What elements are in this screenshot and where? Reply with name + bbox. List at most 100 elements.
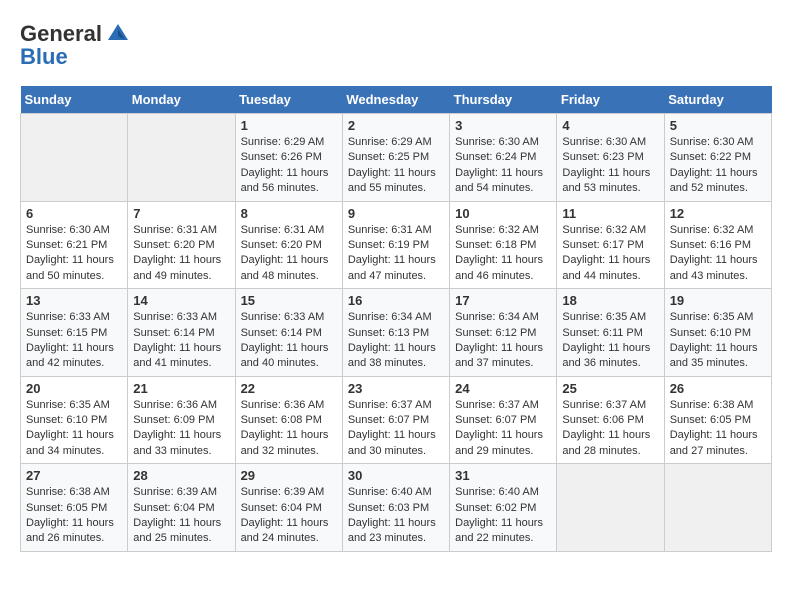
day-number: 14: [133, 293, 229, 308]
sunset-text: Sunset: 6:18 PM: [455, 239, 536, 251]
sunset-text: Sunset: 6:09 PM: [133, 414, 214, 426]
calendar-cell: 26 Sunrise: 6:38 AM Sunset: 6:05 PM Dayl…: [664, 376, 771, 464]
calendar-cell: 18 Sunrise: 6:35 AM Sunset: 6:11 PM Dayl…: [557, 289, 664, 377]
day-number: 3: [455, 118, 551, 133]
day-info: Sunrise: 6:35 AM Sunset: 6:10 PM Dayligh…: [26, 398, 122, 460]
day-info: Sunrise: 6:31 AM Sunset: 6:19 PM Dayligh…: [348, 223, 444, 285]
daylight-text: Daylight: 11 hours and 25 minutes.: [133, 517, 221, 544]
day-info: Sunrise: 6:40 AM Sunset: 6:02 PM Dayligh…: [455, 485, 551, 547]
calendar-cell: [21, 114, 128, 202]
day-number: 29: [241, 468, 337, 483]
calendar-week-row: 6 Sunrise: 6:30 AM Sunset: 6:21 PM Dayli…: [21, 201, 772, 289]
calendar-cell: 17 Sunrise: 6:34 AM Sunset: 6:12 PM Dayl…: [450, 289, 557, 377]
calendar-cell: 9 Sunrise: 6:31 AM Sunset: 6:19 PM Dayli…: [342, 201, 449, 289]
day-number: 23: [348, 381, 444, 396]
daylight-text: Daylight: 11 hours and 27 minutes.: [670, 429, 758, 456]
calendar-cell: 31 Sunrise: 6:40 AM Sunset: 6:02 PM Dayl…: [450, 464, 557, 552]
day-number: 2: [348, 118, 444, 133]
sunrise-text: Sunrise: 6:35 AM: [670, 311, 754, 323]
sunrise-text: Sunrise: 6:31 AM: [133, 224, 217, 236]
daylight-text: Daylight: 11 hours and 24 minutes.: [241, 517, 329, 544]
daylight-text: Daylight: 11 hours and 26 minutes.: [26, 517, 114, 544]
day-info: Sunrise: 6:31 AM Sunset: 6:20 PM Dayligh…: [241, 223, 337, 285]
calendar-cell: 24 Sunrise: 6:37 AM Sunset: 6:07 PM Dayl…: [450, 376, 557, 464]
calendar-cell: 11 Sunrise: 6:32 AM Sunset: 6:17 PM Dayl…: [557, 201, 664, 289]
day-info: Sunrise: 6:37 AM Sunset: 6:06 PM Dayligh…: [562, 398, 658, 460]
day-number: 27: [26, 468, 122, 483]
day-info: Sunrise: 6:30 AM Sunset: 6:23 PM Dayligh…: [562, 135, 658, 197]
day-info: Sunrise: 6:33 AM Sunset: 6:15 PM Dayligh…: [26, 310, 122, 372]
sunrise-text: Sunrise: 6:30 AM: [670, 136, 754, 148]
sunrise-text: Sunrise: 6:35 AM: [26, 399, 110, 411]
calendar-cell: 5 Sunrise: 6:30 AM Sunset: 6:22 PM Dayli…: [664, 114, 771, 202]
calendar-cell: 3 Sunrise: 6:30 AM Sunset: 6:24 PM Dayli…: [450, 114, 557, 202]
day-info: Sunrise: 6:38 AM Sunset: 6:05 PM Dayligh…: [26, 485, 122, 547]
daylight-text: Daylight: 11 hours and 55 minutes.: [348, 167, 436, 194]
sunset-text: Sunset: 6:02 PM: [455, 502, 536, 514]
day-number: 22: [241, 381, 337, 396]
daylight-text: Daylight: 11 hours and 30 minutes.: [348, 429, 436, 456]
day-info: Sunrise: 6:33 AM Sunset: 6:14 PM Dayligh…: [241, 310, 337, 372]
daylight-text: Daylight: 11 hours and 54 minutes.: [455, 167, 543, 194]
daylight-text: Daylight: 11 hours and 44 minutes.: [562, 254, 650, 281]
calendar-body: 1 Sunrise: 6:29 AM Sunset: 6:26 PM Dayli…: [21, 114, 772, 552]
logo-icon: [104, 20, 132, 48]
sunset-text: Sunset: 6:04 PM: [133, 502, 214, 514]
sunrise-text: Sunrise: 6:32 AM: [455, 224, 539, 236]
sunrise-text: Sunrise: 6:31 AM: [348, 224, 432, 236]
day-number: 30: [348, 468, 444, 483]
sunset-text: Sunset: 6:25 PM: [348, 151, 429, 163]
daylight-text: Daylight: 11 hours and 40 minutes.: [241, 342, 329, 369]
weekday-header-monday: Monday: [128, 86, 235, 114]
sunset-text: Sunset: 6:07 PM: [455, 414, 536, 426]
day-number: 10: [455, 206, 551, 221]
day-number: 4: [562, 118, 658, 133]
calendar-cell: 23 Sunrise: 6:37 AM Sunset: 6:07 PM Dayl…: [342, 376, 449, 464]
day-info: Sunrise: 6:38 AM Sunset: 6:05 PM Dayligh…: [670, 398, 766, 460]
day-number: 6: [26, 206, 122, 221]
calendar-cell: [557, 464, 664, 552]
calendar-cell: 13 Sunrise: 6:33 AM Sunset: 6:15 PM Dayl…: [21, 289, 128, 377]
sunset-text: Sunset: 6:20 PM: [133, 239, 214, 251]
day-number: 26: [670, 381, 766, 396]
sunrise-text: Sunrise: 6:38 AM: [26, 486, 110, 498]
day-info: Sunrise: 6:36 AM Sunset: 6:09 PM Dayligh…: [133, 398, 229, 460]
day-info: Sunrise: 6:32 AM Sunset: 6:17 PM Dayligh…: [562, 223, 658, 285]
day-number: 19: [670, 293, 766, 308]
day-number: 16: [348, 293, 444, 308]
day-info: Sunrise: 6:36 AM Sunset: 6:08 PM Dayligh…: [241, 398, 337, 460]
day-number: 7: [133, 206, 229, 221]
daylight-text: Daylight: 11 hours and 42 minutes.: [26, 342, 114, 369]
sunrise-text: Sunrise: 6:34 AM: [348, 311, 432, 323]
daylight-text: Daylight: 11 hours and 36 minutes.: [562, 342, 650, 369]
sunset-text: Sunset: 6:14 PM: [241, 327, 322, 339]
daylight-text: Daylight: 11 hours and 48 minutes.: [241, 254, 329, 281]
daylight-text: Daylight: 11 hours and 50 minutes.: [26, 254, 114, 281]
day-number: 20: [26, 381, 122, 396]
calendar-cell: 15 Sunrise: 6:33 AM Sunset: 6:14 PM Dayl…: [235, 289, 342, 377]
day-info: Sunrise: 6:30 AM Sunset: 6:24 PM Dayligh…: [455, 135, 551, 197]
calendar-cell: 21 Sunrise: 6:36 AM Sunset: 6:09 PM Dayl…: [128, 376, 235, 464]
calendar-cell: 12 Sunrise: 6:32 AM Sunset: 6:16 PM Dayl…: [664, 201, 771, 289]
daylight-text: Daylight: 11 hours and 56 minutes.: [241, 167, 329, 194]
sunrise-text: Sunrise: 6:38 AM: [670, 399, 754, 411]
calendar-cell: 6 Sunrise: 6:30 AM Sunset: 6:21 PM Dayli…: [21, 201, 128, 289]
day-number: 9: [348, 206, 444, 221]
calendar-cell: 2 Sunrise: 6:29 AM Sunset: 6:25 PM Dayli…: [342, 114, 449, 202]
calendar-cell: 10 Sunrise: 6:32 AM Sunset: 6:18 PM Dayl…: [450, 201, 557, 289]
sunrise-text: Sunrise: 6:30 AM: [26, 224, 110, 236]
sunset-text: Sunset: 6:07 PM: [348, 414, 429, 426]
daylight-text: Daylight: 11 hours and 53 minutes.: [562, 167, 650, 194]
sunset-text: Sunset: 6:17 PM: [562, 239, 643, 251]
day-info: Sunrise: 6:32 AM Sunset: 6:16 PM Dayligh…: [670, 223, 766, 285]
sunrise-text: Sunrise: 6:32 AM: [562, 224, 646, 236]
day-number: 12: [670, 206, 766, 221]
calendar-week-row: 20 Sunrise: 6:35 AM Sunset: 6:10 PM Dayl…: [21, 376, 772, 464]
sunset-text: Sunset: 6:05 PM: [670, 414, 751, 426]
calendar-cell: 4 Sunrise: 6:30 AM Sunset: 6:23 PM Dayli…: [557, 114, 664, 202]
daylight-text: Daylight: 11 hours and 23 minutes.: [348, 517, 436, 544]
day-info: Sunrise: 6:39 AM Sunset: 6:04 PM Dayligh…: [133, 485, 229, 547]
sunrise-text: Sunrise: 6:34 AM: [455, 311, 539, 323]
sunrise-text: Sunrise: 6:33 AM: [133, 311, 217, 323]
calendar-cell: 25 Sunrise: 6:37 AM Sunset: 6:06 PM Dayl…: [557, 376, 664, 464]
